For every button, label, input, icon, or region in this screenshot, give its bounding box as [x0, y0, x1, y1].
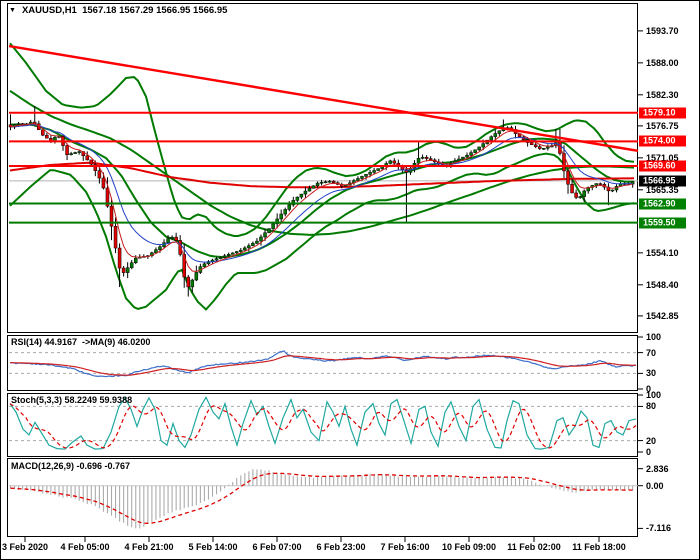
- chart-title: ▼ XAUUSD,H1 1567.18 1567.29 1566.95 1566.…: [9, 5, 227, 16]
- symbol-ohlc-text: XAUUSD,H1 1567.18 1567.29 1566.95 1566.9…: [21, 5, 228, 16]
- stoch-label: Stoch(5,3,3) 58.2249 59.9388: [11, 395, 133, 405]
- rsi-label: RSI(14) 44.9167 ->MA(9) 46.0200: [11, 337, 151, 347]
- chart-window: 1593.70 1588.00 1582.30 1576.75 1571.05 1565.…: [0, 0, 700, 560]
- macd-label: MACD(12,26,9) -0.696 -0.767: [11, 461, 131, 471]
- chart-canvas[interactable]: [1, 1, 700, 560]
- chart-dropdown-icon[interactable]: ▼: [9, 7, 16, 14]
